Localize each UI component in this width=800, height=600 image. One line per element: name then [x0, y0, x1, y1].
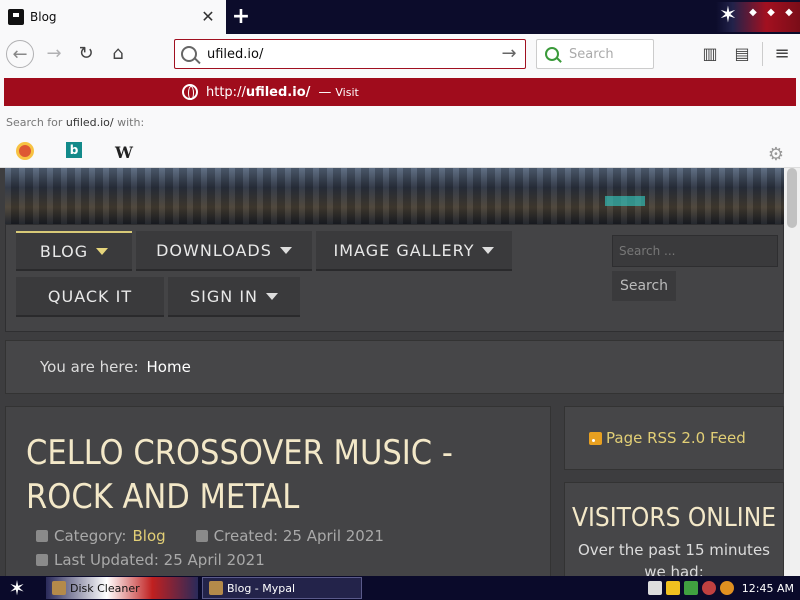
- folder-icon: [36, 530, 48, 542]
- menu-item-label: SIGN IN: [189, 286, 258, 306]
- wikipedia-icon[interactable]: W: [114, 142, 134, 162]
- navigation-toolbar: ← → ↻ ⌂ ufiled.io/ → Search ▥ ▤ ≡: [0, 34, 800, 74]
- start-star-icon[interactable]: ✶: [4, 577, 30, 599]
- header-banner-image: [5, 168, 784, 224]
- mypal-icon: [209, 581, 223, 595]
- menu-item-label: BLOG: [39, 241, 89, 261]
- scrollbar-thumb[interactable]: [787, 168, 797, 228]
- site-search-button[interactable]: Search: [612, 271, 676, 301]
- breadcrumb-label: You are here:: [40, 358, 139, 376]
- web-page: BLOG DOWNLOADS IMAGE GALLERY QUACK IT SI…: [0, 168, 784, 576]
- toolbar-divider: [762, 42, 763, 66]
- suggestion-visit-row[interactable]: http://ufiled.io/ — Visit: [4, 78, 796, 106]
- clock[interactable]: 12:45 AM: [742, 582, 794, 595]
- star-logo-icon: ✶: [718, 3, 738, 28]
- taskbar-item-disk-cleaner[interactable]: Disk Cleaner: [46, 577, 198, 599]
- address-bar[interactable]: ufiled.io/ →: [174, 39, 526, 69]
- back-button[interactable]: ←: [6, 40, 34, 68]
- key-icon[interactable]: [719, 581, 734, 595]
- menu-item-blog[interactable]: BLOG: [16, 231, 132, 271]
- category-label: Category:: [54, 527, 127, 545]
- article-title[interactable]: CELLO CROSSOVER MUSIC - ROCK AND METAL: [26, 431, 546, 519]
- minimize-icon[interactable]: ◆: [748, 8, 758, 18]
- search-for-label: Search for ufiled.io/ with:: [6, 116, 145, 129]
- visitors-text: Over the past 15 minutes we had:: [578, 541, 770, 576]
- suggestion-separator: —: [318, 84, 332, 100]
- taskbar-item-label: Disk Cleaner: [70, 581, 140, 595]
- sidebar-toggle-icon[interactable]: ▤: [732, 44, 752, 64]
- caret-down-icon: [266, 292, 278, 300]
- go-arrow-icon[interactable]: →: [497, 42, 521, 66]
- search-icon: [181, 46, 197, 62]
- taskbar-item-label: Blog - Mypal: [227, 581, 296, 595]
- updated-date: Last Updated: 25 April 2021: [54, 551, 265, 569]
- rss-feed-panel: Page RSS 2.0 Feed: [564, 406, 784, 470]
- maximize-icon[interactable]: ◆: [766, 8, 776, 18]
- url-suggestions-dropdown: http://ufiled.io/ — Visit Search for ufi…: [0, 74, 800, 168]
- disk-cleaner-icon: [52, 581, 66, 595]
- site-main-menu: BLOG DOWNLOADS IMAGE GALLERY QUACK IT SI…: [5, 224, 784, 332]
- caret-down-icon: [279, 246, 292, 254]
- sync-icon[interactable]: [701, 581, 716, 595]
- site-search-input[interactable]: Search ...: [612, 235, 778, 267]
- globe-icon: [182, 84, 198, 100]
- calendar-icon: [36, 554, 48, 566]
- reload-button[interactable]: ↻: [72, 40, 100, 68]
- menu-item-downloads[interactable]: DOWNLOADS: [136, 231, 312, 271]
- network-icon[interactable]: [683, 581, 698, 595]
- forward-button[interactable]: →: [40, 40, 68, 68]
- close-window-icon[interactable]: ◆: [784, 8, 794, 18]
- menu-item-image-gallery[interactable]: IMAGE GALLERY: [316, 231, 512, 271]
- caret-down-icon: [96, 247, 109, 255]
- visitors-title: VISITORS ONLINE: [572, 503, 776, 533]
- search-input[interactable]: Search: [569, 47, 614, 62]
- gear-icon[interactable]: ⚙: [768, 144, 784, 165]
- breadcrumb: You are here: Home: [5, 340, 784, 394]
- shield-icon[interactable]: [665, 581, 680, 595]
- tab-bar: Blog ✕ + ✶ ◆ ◆ ◆: [0, 0, 800, 34]
- rss-icon: [589, 431, 602, 445]
- taskbar-item-browser[interactable]: Blog - Mypal: [202, 577, 362, 599]
- category-link[interactable]: Blog: [132, 527, 165, 545]
- keyboard-icon[interactable]: [647, 581, 662, 595]
- tab-title: Blog: [30, 10, 57, 24]
- hamburger-menu-icon[interactable]: ≡: [772, 44, 792, 64]
- tab-blog[interactable]: Blog ✕: [0, 0, 226, 34]
- breadcrumb-home: Home: [146, 358, 191, 376]
- visitors-online-panel: VISITORS ONLINE Over the past 15 minutes…: [564, 482, 784, 576]
- bing-icon[interactable]: b: [66, 142, 82, 158]
- taskbar: ✶ Disk Cleaner Blog - Mypal 12:45 AM: [0, 576, 800, 600]
- menu-item-label: QUACK IT: [47, 286, 133, 306]
- menu-item-label: IMAGE GALLERY: [333, 240, 475, 260]
- suggestion-action: Visit: [335, 85, 359, 99]
- system-tray: 12:45 AM: [647, 577, 800, 599]
- menu-item-label: DOWNLOADS: [156, 240, 272, 260]
- search-engine-icon[interactable]: [545, 47, 559, 61]
- calendar-icon: [195, 530, 208, 542]
- window-controls: ◆ ◆ ◆: [748, 8, 794, 18]
- site-favicon-icon: [8, 9, 24, 25]
- created-date: Created: 25 April 2021: [213, 527, 384, 545]
- article-meta-updated: Last Updated: 25 April 2021: [36, 551, 265, 569]
- caret-down-icon: [482, 246, 495, 254]
- suggestion-url: http://ufiled.io/: [206, 84, 311, 100]
- home-button[interactable]: ⌂: [104, 40, 132, 68]
- rss-feed-link[interactable]: Page RSS 2.0 Feed: [606, 429, 746, 447]
- duckduckgo-icon[interactable]: [16, 142, 34, 160]
- article-meta-category-created: Category: Blog Created: 25 April 2021: [36, 527, 384, 545]
- article-panel: CELLO CROSSOVER MUSIC - ROCK AND METAL C…: [5, 406, 551, 576]
- page-scrollbar[interactable]: [784, 168, 800, 576]
- close-tab-icon[interactable]: ✕: [198, 7, 218, 27]
- search-bar[interactable]: Search: [536, 39, 654, 69]
- new-tab-button[interactable]: +: [228, 4, 254, 30]
- menu-item-quack-it[interactable]: QUACK IT: [16, 277, 164, 317]
- address-input[interactable]: ufiled.io/: [207, 47, 497, 62]
- menu-item-sign-in[interactable]: SIGN IN: [168, 277, 300, 317]
- library-icon[interactable]: ▥: [700, 44, 720, 64]
